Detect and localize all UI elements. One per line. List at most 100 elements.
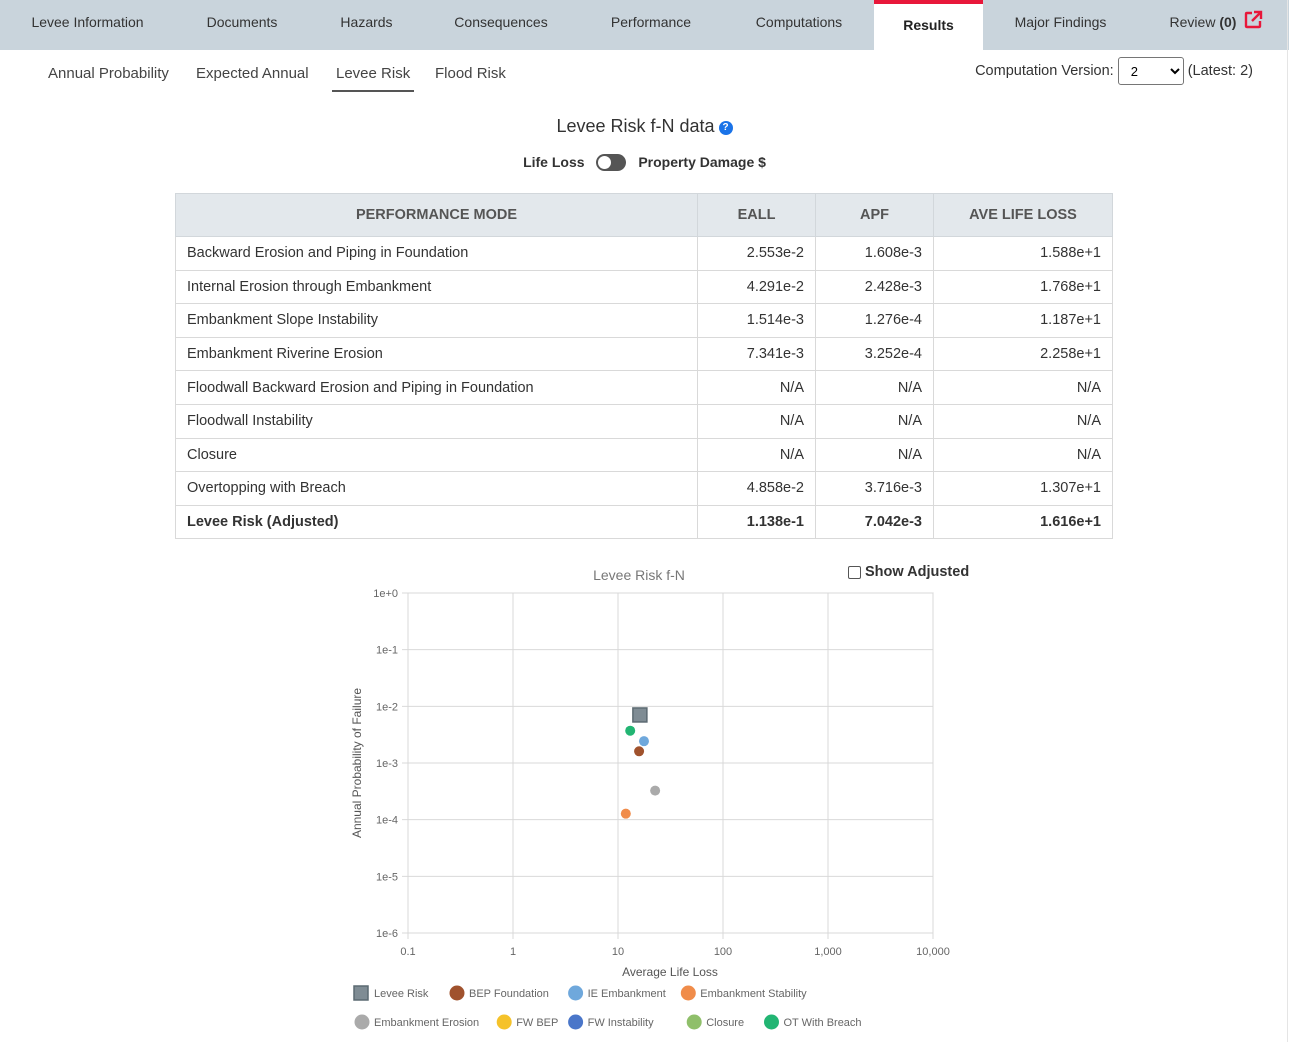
computation-version-label: Computation Version: xyxy=(975,63,1114,79)
ave-life-loss-cell: 1.307e+1 xyxy=(933,471,1113,506)
legend-label: IE Embankment xyxy=(588,988,666,1000)
y-tick-label: 1e-2 xyxy=(376,701,398,713)
top-nav: Levee Information Documents Hazards Cons… xyxy=(0,0,1289,50)
chart-title: Levee Risk f-N xyxy=(593,567,685,583)
tab-documents[interactable]: Documents xyxy=(175,0,309,50)
header-ave-life-loss[interactable]: AVE LIFE LOSS xyxy=(933,193,1113,237)
y-axis-label: Annual Probability of Failure xyxy=(350,688,364,838)
right-border xyxy=(1287,0,1288,1042)
table-row: Floodwall Backward Erosion and Piping in… xyxy=(175,370,1113,405)
ave-life-loss-cell: N/A xyxy=(933,437,1113,473)
y-tick-label: 1e-1 xyxy=(376,645,398,657)
table-total-row: Levee Risk (Adjusted) 1.138e-1 7.042e-3 1.6… xyxy=(175,504,1113,540)
legend-marker xyxy=(568,1014,584,1030)
ave-life-loss-cell: 1.588e+1 xyxy=(933,236,1113,271)
data-point-levee-risk xyxy=(632,707,648,723)
legend-marker xyxy=(354,1014,370,1030)
review-label: Review xyxy=(1169,14,1216,30)
legend-label: FW BEP xyxy=(516,1017,558,1029)
x-tick-label: 10,000 xyxy=(916,946,950,958)
eall-cell: N/A xyxy=(697,437,816,473)
data-point xyxy=(625,725,636,736)
table-row: Overtopping with Breach 4.858e-2 3.716e-3 1… xyxy=(175,471,1113,506)
subtab-levee-risk[interactable]: Levee Risk xyxy=(332,60,415,92)
tab-computations[interactable]: Computations xyxy=(724,0,874,50)
y-tick-label: 1e-6 xyxy=(376,928,398,940)
fn-chart-svg: 0.1 1 10 100 1,000 10,000 1e+0 1e-1 1e-2 1e-3 1e-4… xyxy=(350,567,950,1030)
x-axis-label: Average Life Loss xyxy=(622,965,718,979)
mode-name-cell: Floodwall Instability xyxy=(175,403,698,439)
table-header-row: PERFORMANCE MODE EALL APF AVE LIFE LOSS xyxy=(175,193,1113,237)
mode-name-cell: Embankment Riverine Erosion xyxy=(175,336,698,372)
apf-cell: 1.276e-4 xyxy=(815,303,934,338)
mode-name-cell: Floodwall Backward Erosion and Piping in… xyxy=(175,370,698,405)
computation-version: Computation Version: 2 (Latest: 2) xyxy=(975,57,1253,85)
data-point xyxy=(620,808,631,819)
toggle-knob xyxy=(598,156,612,169)
data-point xyxy=(638,736,649,747)
eall-cell: 1.514e-3 xyxy=(697,303,816,338)
x-tick-label: 100 xyxy=(714,946,732,958)
y-tick-label: 1e-5 xyxy=(376,871,398,883)
data-point xyxy=(650,785,661,796)
computation-latest: (Latest: 2) xyxy=(1187,63,1253,79)
loss-type-toggle[interactable] xyxy=(596,154,627,171)
help-icon[interactable]: ? xyxy=(718,121,733,135)
tab-levee-information[interactable]: Levee Information xyxy=(0,0,175,50)
tab-major-findings[interactable]: Major Findings xyxy=(983,0,1138,50)
tab-hazards[interactable]: Hazards xyxy=(309,0,424,50)
computation-version-select[interactable]: 2 xyxy=(1117,57,1184,85)
table-row: Backward Erosion and Piping in Foundatio… xyxy=(175,236,1113,271)
table-row: Closure N/A N/A N/A xyxy=(175,437,1113,473)
legend-marker xyxy=(764,1014,779,1030)
ave-life-loss-cell: 2.258e+1 xyxy=(933,336,1113,372)
legend-marker xyxy=(353,985,369,1001)
subtab-expected-annual[interactable]: Expected Annual xyxy=(196,60,309,90)
legend-marker xyxy=(449,985,465,1001)
apf-cell: 3.716e-3 xyxy=(815,471,934,506)
x-tick-label: 10 xyxy=(612,946,624,958)
legend-marker xyxy=(496,1014,512,1030)
legend-label: Levee Risk xyxy=(374,988,429,1000)
mode-name-cell: Closure xyxy=(175,437,698,473)
y-tick-label: 1e+0 xyxy=(373,588,398,600)
subtab-flood-risk[interactable]: Flood Risk xyxy=(435,60,506,90)
eall-cell: 1.138e-1 xyxy=(697,504,816,540)
legend-label: Embankment Erosion xyxy=(374,1017,479,1029)
apf-cell: N/A xyxy=(815,403,934,439)
table-row: Embankment Riverine Erosion 7.341e-3 3.252… xyxy=(175,336,1113,372)
subtab-annual-probability[interactable]: Annual Probability xyxy=(48,60,169,90)
ave-life-loss-cell: N/A xyxy=(933,370,1113,405)
mode-name-cell: Levee Risk (Adjusted) xyxy=(175,504,698,540)
apf-cell: 1.608e-3 xyxy=(815,236,934,271)
legend-label: FW Instability xyxy=(588,1017,655,1029)
header-performance-mode[interactable]: PERFORMANCE MODE xyxy=(175,193,698,237)
y-tick-label: 1e-3 xyxy=(376,758,398,770)
tab-review[interactable]: Review (0) xyxy=(1150,0,1256,50)
eall-cell: N/A xyxy=(697,370,816,405)
legend-label: OT With Breach xyxy=(784,1017,862,1029)
apf-cell: 7.042e-3 xyxy=(815,504,934,540)
legend-marker xyxy=(680,985,696,1001)
review-count: (0) xyxy=(1219,14,1237,30)
x-tick-label: 0.1 xyxy=(400,946,415,958)
eall-cell: 4.291e-2 xyxy=(697,269,816,305)
page-title: Levee Risk f-N data? xyxy=(0,116,1289,137)
ave-life-loss-cell: 1.187e+1 xyxy=(933,303,1113,338)
y-tick-label: 1e-4 xyxy=(376,815,398,827)
tab-consequences[interactable]: Consequences xyxy=(424,0,578,50)
external-link-icon[interactable] xyxy=(1243,10,1263,30)
eall-cell: 2.553e-2 xyxy=(697,236,816,271)
header-apf[interactable]: APF xyxy=(815,193,934,237)
legend-marker xyxy=(568,985,584,1001)
ave-life-loss-cell: 1.768e+1 xyxy=(933,269,1113,305)
mode-name-cell: Embankment Slope Instability xyxy=(175,303,698,338)
ave-life-loss-cell: 1.616e+1 xyxy=(933,504,1113,540)
tab-results[interactable]: Results xyxy=(874,0,983,50)
tab-performance[interactable]: Performance xyxy=(578,0,724,50)
performance-mode-table: PERFORMANCE MODE EALL APF AVE LIFE LOSS … xyxy=(175,193,1113,540)
data-point xyxy=(634,746,645,757)
x-tick-label: 1,000 xyxy=(814,946,842,958)
header-eall[interactable]: EALL xyxy=(697,193,816,237)
mode-name-cell: Backward Erosion and Piping in Foundatio… xyxy=(175,236,698,271)
